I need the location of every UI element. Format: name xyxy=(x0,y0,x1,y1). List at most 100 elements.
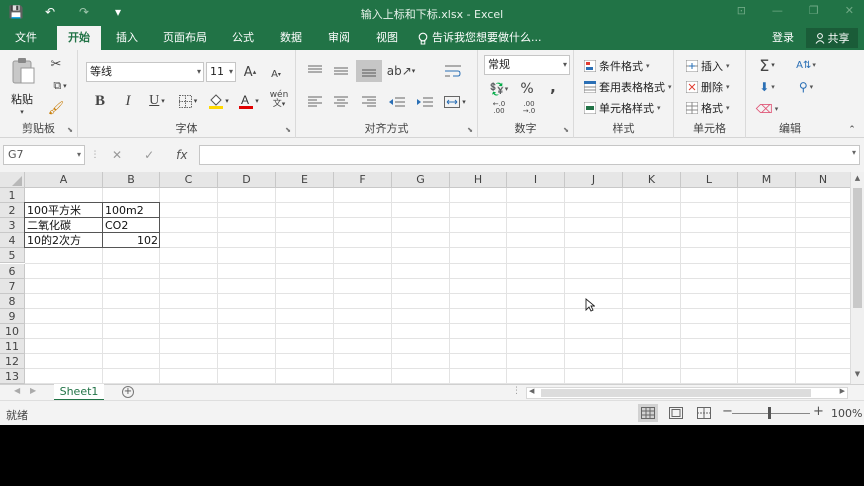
column-header-a[interactable]: A xyxy=(25,172,103,188)
column-header-b[interactable]: B xyxy=(103,172,160,188)
insert-cells-button[interactable]: 插入 ▾ xyxy=(686,58,730,74)
tab-file[interactable]: 文件 xyxy=(6,26,46,50)
row-header-3[interactable]: 3 xyxy=(0,218,25,234)
column-header-h[interactable]: H xyxy=(450,172,507,188)
font-name-combo[interactable]: 等线 ▾ xyxy=(86,62,204,82)
paste-icon[interactable] xyxy=(8,56,38,86)
accounting-format-icon[interactable]: 💱 ▾ xyxy=(486,80,512,98)
phonetic-guide-icon[interactable]: wén 文▾ xyxy=(266,90,292,110)
tab-home[interactable]: 开始 xyxy=(57,26,101,50)
find-select-icon[interactable]: ⚲ ▾ xyxy=(792,78,820,96)
zoom-in-icon[interactable]: + xyxy=(813,404,824,419)
column-header-n[interactable]: N xyxy=(796,172,851,188)
row-header-11[interactable]: 11 xyxy=(0,339,25,355)
row-header-7[interactable]: 7 xyxy=(0,278,25,294)
fill-color-icon[interactable]: ▾ xyxy=(206,92,232,110)
bold-button[interactable]: B xyxy=(92,92,108,110)
percent-style-icon[interactable]: % xyxy=(518,80,536,98)
close-icon[interactable]: ✕ xyxy=(845,4,854,17)
column-header-e[interactable]: E xyxy=(276,172,334,188)
formula-bar-grip-icon[interactable]: ⋮ xyxy=(91,149,100,161)
column-header-f[interactable]: F xyxy=(334,172,392,188)
decrease-decimal-icon[interactable]: .00 →.0 xyxy=(518,100,540,116)
wrap-text-icon[interactable] xyxy=(442,60,464,82)
shrink-font-icon[interactable]: A ▾ xyxy=(268,65,284,83)
expand-formula-bar-icon[interactable]: ▾ xyxy=(852,148,856,157)
column-header-j[interactable]: J xyxy=(565,172,623,188)
cancel-entry-icon[interactable]: ✕ xyxy=(112,145,122,165)
format-painter-icon[interactable]: 🖌 xyxy=(48,100,65,116)
bottom-align-icon[interactable] xyxy=(356,60,382,82)
fill-icon[interactable]: ⬇ ▾ xyxy=(754,78,780,96)
scroll-up-icon[interactable]: ▲ xyxy=(851,174,864,186)
formula-input[interactable]: ▾ xyxy=(199,145,860,165)
row-header-2[interactable]: 2 xyxy=(0,203,25,219)
column-header-g[interactable]: G xyxy=(392,172,450,188)
format-cells-button[interactable]: 格式 ▾ xyxy=(686,100,730,116)
conditional-formatting-button[interactable]: 条件格式 ▾ xyxy=(584,58,650,74)
page-break-view-icon[interactable] xyxy=(694,404,714,422)
font-launcher-icon[interactable]: ⬊ xyxy=(285,126,291,134)
scroll-right-icon[interactable]: ▶ xyxy=(840,387,845,395)
minimize-icon[interactable]: — xyxy=(772,4,783,17)
tab-split-icon[interactable]: ⋮ xyxy=(512,386,521,396)
increase-decimal-icon[interactable]: ←.0.00 xyxy=(488,100,510,116)
new-sheet-icon[interactable]: + xyxy=(122,386,134,398)
ribbon-display-options-icon[interactable]: ⊡ xyxy=(737,4,746,17)
tab-page-layout[interactable]: 页面布局 xyxy=(158,26,212,50)
sheet-tab[interactable]: Sheet1 xyxy=(54,384,104,401)
font-color-icon[interactable]: A ▾ xyxy=(236,92,262,110)
middle-align-icon[interactable] xyxy=(330,60,352,82)
font-size-combo[interactable]: 11 ▾ xyxy=(206,62,236,82)
autosum-icon[interactable]: Σ ▾ xyxy=(754,56,780,75)
scroll-down-icon[interactable]: ▼ xyxy=(851,370,864,382)
restore-icon[interactable]: ❐ xyxy=(809,4,819,17)
horizontal-scroll-thumb[interactable] xyxy=(541,389,811,397)
merge-center-icon[interactable]: ▾ xyxy=(440,92,470,112)
row-header-9[interactable]: 9 xyxy=(0,308,25,324)
zoom-out-icon[interactable]: − xyxy=(722,404,733,419)
column-header-k[interactable]: K xyxy=(623,172,681,188)
worksheet-grid[interactable]: A B C D E F G H I J K L M N 1 2 3 4 5 6 7 8 9 10 11 12 13 100平方米 100… xyxy=(0,172,864,384)
cut-icon[interactable]: ✂ xyxy=(48,56,64,72)
next-sheet-icon[interactable]: ▶ xyxy=(30,386,36,395)
alignment-launcher-icon[interactable]: ⬊ xyxy=(467,126,473,134)
copy-icon[interactable]: ⧉ ▾ xyxy=(46,78,74,94)
prev-sheet-icon[interactable]: ◀ xyxy=(14,386,20,395)
paste-button[interactable]: 粘贴 xyxy=(11,91,33,107)
page-layout-view-icon[interactable] xyxy=(666,404,686,422)
row-header-1[interactable]: 1 xyxy=(0,188,25,204)
decrease-indent-icon[interactable] xyxy=(386,92,408,112)
confirm-entry-icon[interactable]: ✓ xyxy=(144,145,154,165)
row-header-12[interactable]: 12 xyxy=(0,354,25,370)
collapse-ribbon-icon[interactable]: ⌃ xyxy=(846,124,858,136)
format-as-table-button[interactable]: 套用表格格式 ▾ xyxy=(584,79,672,95)
underline-button[interactable]: U ▾ xyxy=(146,92,168,110)
grow-font-icon[interactable]: A ▴ xyxy=(242,63,258,81)
row-header-10[interactable]: 10 xyxy=(0,323,25,339)
row-header-13[interactable]: 13 xyxy=(0,369,25,384)
tell-me-box[interactable]: 告诉我您想要做什么... xyxy=(418,26,542,50)
share-button[interactable]: 共享 xyxy=(806,28,858,48)
row-header-6[interactable]: 6 xyxy=(0,263,25,279)
top-align-icon[interactable] xyxy=(304,60,326,82)
select-all-corner[interactable] xyxy=(0,172,25,188)
zoom-level[interactable]: 100% xyxy=(831,407,862,420)
number-launcher-icon[interactable]: ⬊ xyxy=(563,126,569,134)
column-header-c[interactable]: C xyxy=(160,172,218,188)
italic-button[interactable]: I xyxy=(120,92,136,110)
delete-cells-button[interactable]: 删除 ▾ xyxy=(686,79,730,95)
orientation-icon[interactable]: ab↗ ▾ xyxy=(387,60,416,82)
sort-filter-icon[interactable]: A⇅ ▾ xyxy=(792,56,820,74)
sign-in-link[interactable]: 登录 xyxy=(772,26,794,50)
clear-icon[interactable]: ⌫ ▾ xyxy=(754,100,780,118)
increase-indent-icon[interactable] xyxy=(414,92,436,112)
name-box[interactable]: G7 ▾ xyxy=(3,145,85,165)
align-left-icon[interactable] xyxy=(304,92,326,112)
tab-review[interactable]: 审阅 xyxy=(321,26,357,50)
paste-dropdown-icon[interactable]: ▾ xyxy=(10,107,34,117)
normal-view-icon[interactable] xyxy=(638,404,658,422)
horizontal-scrollbar[interactable]: ◀ ▶ xyxy=(526,387,848,399)
tab-insert[interactable]: 插入 xyxy=(108,26,146,50)
borders-icon[interactable]: ▾ xyxy=(176,92,200,110)
